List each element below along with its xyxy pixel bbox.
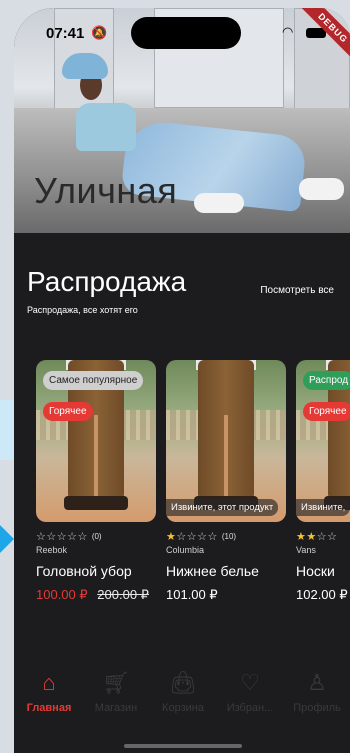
section-subtitle: Распродажа, все хотят его: [27, 305, 138, 315]
product-name: Носки: [296, 563, 335, 579]
left-edge-decoration: [0, 400, 14, 460]
profile-icon: ♙: [307, 670, 327, 695]
tab-favorites[interactable]: ♡ Избран...: [215, 668, 285, 714]
price: 102.00 ₽: [296, 587, 348, 602]
rating: ☆☆☆☆☆ (0): [36, 530, 156, 543]
product-card[interactable]: Распрод Горячее Извините, ★★☆☆ Vans Носк…: [296, 360, 350, 603]
status-bar: 07:41 🔕 ◠: [14, 8, 350, 52]
tab-home[interactable]: ⌂ Главная: [14, 668, 84, 714]
app-screen: Уличная 07:41 🔕 ◠ DEBUG Распродажа Посмо…: [14, 8, 350, 753]
product-image[interactable]: Распрод Горячее Извините,: [296, 360, 350, 522]
tab-cart[interactable]: 👜︎ Корзина: [148, 668, 218, 714]
tab-label: Профиль: [293, 702, 341, 714]
product-brand: Vans: [296, 545, 316, 555]
old-price: 200.00 ₽: [97, 587, 149, 602]
badge-hot: Горячее: [303, 402, 350, 421]
silent-icon: 🔕: [91, 25, 108, 40]
tab-label: Корзина: [162, 702, 204, 714]
product-price: 102.00 ₽: [296, 587, 350, 603]
product-carousel[interactable]: Самое популярное Горячее ☆☆☆☆☆ (0) Reebo…: [36, 360, 350, 610]
product-name: Головной убор: [36, 563, 132, 579]
badge-popular: Самое популярное: [43, 371, 144, 390]
sale-price: 100.00 ₽: [36, 587, 88, 602]
product-image[interactable]: Извините, этот продукт: [166, 360, 286, 522]
rating-stars: ☆☆☆☆☆: [36, 531, 88, 543]
tab-profile[interactable]: ♙ Профиль: [282, 668, 350, 714]
tab-shop[interactable]: 🛒︎ Магазин: [81, 668, 151, 714]
see-all-link[interactable]: Посмотреть все: [260, 285, 334, 296]
tab-label: Магазин: [94, 702, 138, 714]
bag-icon: 👜︎: [169, 670, 197, 695]
product-image[interactable]: Самое популярное Горячее: [36, 360, 156, 522]
rating: ★★☆☆: [296, 530, 350, 543]
home-indicator[interactable]: [124, 744, 242, 748]
badge-hot: Горячее: [43, 402, 93, 421]
tab-label: Главная: [26, 702, 72, 714]
left-arrow-icon: [0, 525, 14, 553]
unavailable-overlay: Извините,: [296, 499, 350, 516]
tab-label: Избран...: [226, 702, 274, 714]
rating-stars: ★☆☆☆☆: [166, 531, 218, 543]
home-icon: ⌂: [42, 670, 56, 695]
product-brand: Columbia: [166, 545, 205, 555]
product-card[interactable]: Самое популярное Горячее ☆☆☆☆☆ (0) Reebo…: [36, 360, 156, 603]
product-price: 101.00 ₽: [166, 587, 286, 603]
rating-stars: ★★☆☆: [296, 531, 338, 543]
product-price: 100.00 ₽ 200.00 ₽: [36, 587, 156, 603]
price: 101.00 ₽: [166, 587, 218, 602]
product-name: Нижнее белье: [166, 563, 259, 579]
section-title: Распродажа: [27, 266, 187, 297]
product-card[interactable]: Извините, этот продукт ★☆☆☆☆ (10) Columb…: [166, 360, 286, 603]
hero-model-shoe: [299, 178, 344, 200]
badge-sale: Распрод: [303, 371, 350, 390]
wifi-icon: ◠: [282, 24, 294, 39]
hero-model-shoe: [194, 193, 244, 213]
heart-icon: ♡: [240, 670, 260, 695]
dynamic-island: [131, 17, 241, 49]
rating: ★☆☆☆☆ (10): [166, 530, 286, 543]
product-brand: Reebok: [36, 545, 68, 555]
bottom-navigation: ⌂ Главная 🛒︎ Магазин 👜︎ Корзина ♡ Избран…: [14, 668, 350, 728]
status-time: 07:41: [46, 25, 85, 42]
hero-title: Уличная: [34, 170, 178, 211]
hero-model-hat: [62, 53, 108, 79]
unavailable-overlay: Извините, этот продукт: [166, 499, 279, 516]
hero-model-top: [76, 103, 136, 151]
cart-icon: 🛒︎: [102, 670, 130, 695]
review-count: (0): [91, 532, 102, 541]
review-count: (10): [221, 532, 237, 541]
